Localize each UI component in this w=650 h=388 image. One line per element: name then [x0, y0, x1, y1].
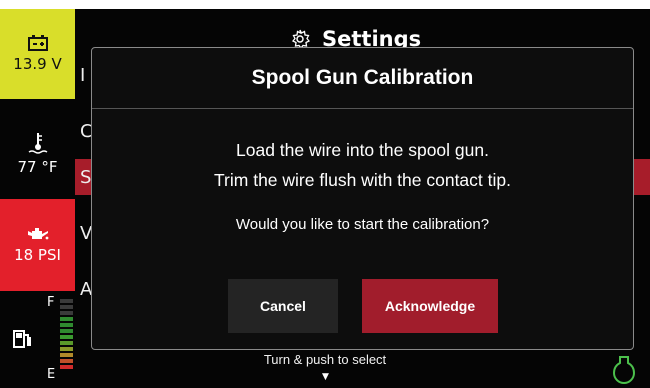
indicator-light-icon: [613, 356, 635, 384]
navigation-hint: Turn & push to select: [263, 352, 387, 367]
calibration-dialog: Spool Gun Calibration Load the wire into…: [91, 47, 634, 350]
cancel-button[interactable]: Cancel: [228, 279, 338, 333]
voltage-value: 13.9 V: [13, 55, 62, 73]
thermometer-icon: [28, 133, 47, 154]
fuel-level-tile: F E: [0, 291, 75, 388]
chevron-down-icon: ▼: [322, 372, 329, 382]
oil-pressure-value: 18 PSI: [14, 246, 61, 264]
temperature-value: 77 °F: [17, 158, 58, 176]
machine-display: 13.9 V 77 °F 18 PSI F E Settings I C S V…: [0, 9, 650, 388]
voltage-tile: 13.9 V: [0, 9, 75, 99]
dialog-question: Would you like to start the calibration?: [235, 216, 490, 233]
acknowledge-button[interactable]: Acknowledge: [362, 279, 498, 333]
dialog-instruction-2: Trim the wire flush with the contact tip…: [214, 170, 511, 190]
dialog-instruction-1: Load the wire into the spool gun.: [236, 140, 489, 160]
fuel-empty-label: E: [47, 367, 56, 382]
gear-icon: [291, 29, 310, 49]
fuel-pump-icon: [13, 330, 31, 348]
setting-row-label[interactable]: I: [80, 65, 85, 86]
oil-pressure-tile: 18 PSI: [0, 199, 75, 291]
battery-icon: [27, 35, 48, 51]
status-sidebar: 13.9 V 77 °F 18 PSI F E: [0, 9, 75, 388]
oil-can-icon: [27, 228, 48, 240]
setting-row-label[interactable]: S: [80, 167, 91, 188]
dialog-title: Spool Gun Calibration: [92, 48, 633, 109]
coolant-temp-tile: 77 °F: [0, 109, 75, 199]
fuel-full-label: F: [47, 295, 55, 310]
